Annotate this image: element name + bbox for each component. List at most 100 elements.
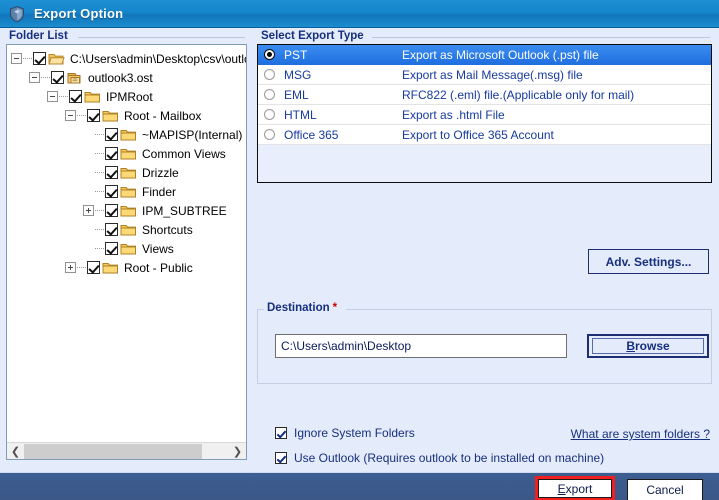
export-type-row[interactable]: PSTExport as Microsoft Outlook (.pst) fi… [258,45,711,65]
export-type-radio[interactable] [264,69,275,80]
folder-icon [84,90,101,104]
ignore-system-folders-label: Ignore System Folders [294,426,415,440]
scroll-right-icon[interactable]: ❯ [229,443,246,460]
export-type-description: Export as .html File [402,108,711,122]
folder-tree-item-label: Shortcuts [142,223,193,237]
tree-collapse-minus-icon[interactable] [29,72,40,83]
folder-tree-item[interactable]: Root - Public [11,258,246,277]
folder-icon [102,261,119,275]
folder-checkbox[interactable] [87,109,100,122]
folder-tree-item-label: IPM_SUBTREE [142,204,227,218]
destination-path-input[interactable]: C:\Users\admin\Desktop [275,334,567,358]
folder-tree-item-label: Root - Mailbox [124,109,201,123]
folder-tree-item[interactable]: Views [11,239,246,258]
folder-tree[interactable]: C:\Users\admin\Desktop\csv\outlooutlook3… [7,45,246,277]
folder-checkbox[interactable] [105,242,118,255]
export-type-list-empty-area [258,145,711,183]
folder-tree-horizontal-scrollbar[interactable]: ❮ ❯ [7,442,246,459]
folder-tree-item-label: Drizzle [142,166,179,180]
folder-checkbox[interactable] [105,204,118,217]
tree-expander-spacer [83,224,94,235]
tree-expander-spacer [83,129,94,140]
folder-list-group-label: Folder List [6,30,71,42]
folder-checkbox[interactable] [33,52,46,65]
tree-connector-line [59,96,68,97]
folder-tree-item-label: Root - Public [124,261,193,275]
export-type-description: Export to Office 365 Account [402,128,711,142]
folder-tree-item[interactable]: Shortcuts [11,220,246,239]
export-type-row[interactable]: MSGExport as Mail Message(.msg) file [258,65,711,85]
folder-checkbox[interactable] [105,147,118,160]
export-type-name: HTML [284,108,402,122]
folder-tree-item[interactable]: ~MAPISP(Internal) [11,125,246,144]
tree-collapse-minus-icon[interactable] [47,91,58,102]
export-accesskey: E [558,482,566,496]
export-type-name: Office 365 [284,128,402,142]
tree-connector-line [95,229,104,230]
use-outlook-label: Use Outlook (Requires outlook to be inst… [294,451,604,465]
app-shield-icon [8,5,26,23]
use-outlook-option[interactable]: Use Outlook (Requires outlook to be inst… [275,451,604,465]
window-title: Export Option [34,6,123,21]
export-type-row[interactable]: Office 365Export to Office 365 Account [258,125,711,145]
tree-expander-spacer [83,186,94,197]
tree-connector-line [41,77,50,78]
export-type-list[interactable]: PSTExport as Microsoft Outlook (.pst) fi… [257,44,712,183]
tree-expand-plus-icon[interactable] [65,262,76,273]
folder-checkbox[interactable] [105,166,118,179]
scrollbar-thumb[interactable] [24,444,202,459]
folder-icon [120,204,137,218]
folder-icon [120,128,137,142]
export-type-rows[interactable]: PSTExport as Microsoft Outlook (.pst) fi… [258,45,711,145]
folder-tree-item-label: IPMRoot [106,90,153,104]
use-outlook-checkbox[interactable] [275,452,287,464]
folder-icon [120,166,137,180]
tree-collapse-minus-icon[interactable] [65,110,76,121]
export-type-radio[interactable] [264,89,275,100]
folder-checkbox[interactable] [105,128,118,141]
export-type-name: EML [284,88,402,102]
folder-tree-item[interactable]: outlook3.ost [11,68,246,87]
cancel-button[interactable]: Cancel [627,479,703,500]
folder-tree-item[interactable]: Root - Mailbox [11,106,246,125]
dialog-footer: Export Cancel [0,472,719,500]
scroll-left-icon[interactable]: ❮ [7,443,24,460]
folder-tree-item[interactable]: IPM_SUBTREE [11,201,246,220]
export-type-group-rule [372,37,710,38]
folder-tree-panel[interactable]: C:\Users\admin\Desktop\csv\outlooutlook3… [6,44,247,460]
export-type-row[interactable]: EMLRFC822 (.eml) file.(Applicable only f… [258,85,711,105]
folder-tree-item[interactable]: Drizzle [11,163,246,182]
folder-checkbox[interactable] [87,261,100,274]
export-type-radio[interactable] [264,49,275,60]
what-are-system-folders-link[interactable]: What are system folders ? [571,427,710,441]
folder-tree-item[interactable]: IPMRoot [11,87,246,106]
export-label-rest: xport [566,482,593,496]
folder-checkbox[interactable] [105,185,118,198]
scrollbar-track[interactable] [202,443,229,460]
ost-file-icon [66,71,83,85]
browse-button[interactable]: Browse [587,334,709,358]
tree-connector-line [23,58,32,59]
folder-checkbox[interactable] [51,71,64,84]
export-type-name: MSG [284,68,402,82]
tree-expand-plus-icon[interactable] [83,205,94,216]
dialog-body: Folder List C:\Users\admin\Desktop\csv\o… [0,28,719,472]
ignore-system-folders-option[interactable]: Ignore System Folders [275,426,415,440]
folder-checkbox[interactable] [69,90,82,103]
adv-settings-button[interactable]: Adv. Settings... [588,249,709,274]
browse-accesskey: B [626,339,635,353]
ignore-system-folders-checkbox[interactable] [275,427,287,439]
folder-tree-item[interactable]: Finder [11,182,246,201]
folder-tree-item[interactable]: C:\Users\admin\Desktop\csv\outlo [11,49,246,68]
export-button[interactable]: Export [538,479,612,498]
tree-connector-line [77,115,86,116]
folder-tree-item-label: Common Views [142,147,226,161]
folder-checkbox[interactable] [105,223,118,236]
export-type-row[interactable]: HTMLExport as .html File [258,105,711,125]
browse-button-label: Browse [592,338,704,354]
export-type-radio[interactable] [264,129,275,140]
export-type-radio[interactable] [264,109,275,120]
folder-tree-item[interactable]: Common Views [11,144,246,163]
tree-connector-line [77,267,86,268]
tree-collapse-minus-icon[interactable] [11,53,22,64]
